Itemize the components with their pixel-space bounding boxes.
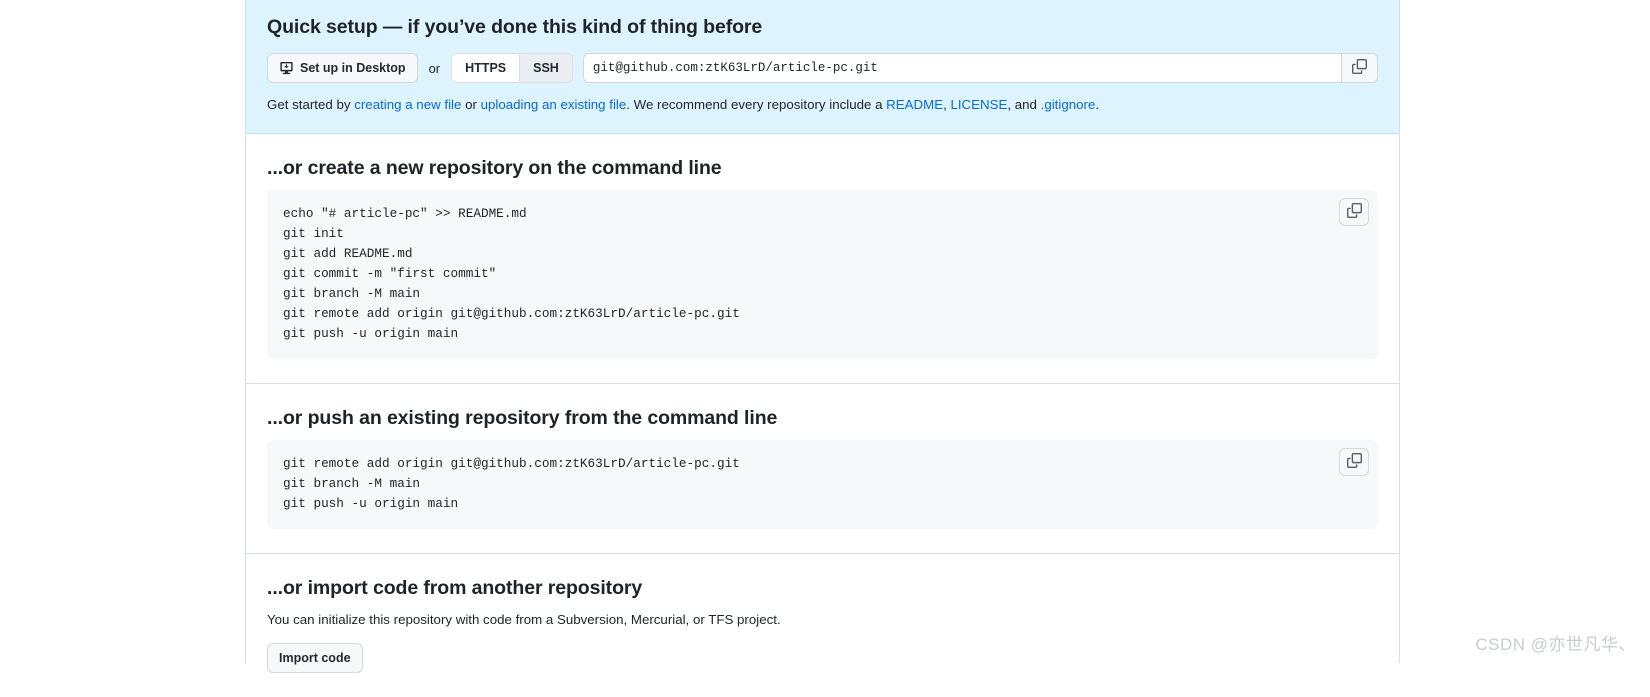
get-started-text: Get started by creating a new file or up…: [267, 96, 1378, 115]
copy-icon: [1352, 59, 1367, 77]
import-code-section: ...or import code from another repositor…: [246, 554, 1399, 697]
create-repo-section: ...or create a new repository on the com…: [246, 134, 1399, 384]
create-repo-code-block: echo "# article-pc" >> README.md git ini…: [267, 189, 1378, 359]
get-started-suffix: .: [1095, 97, 1100, 112]
clone-url-field: [582, 53, 1378, 83]
create-repo-title: ...or create a new repository on the com…: [267, 156, 722, 179]
clone-url-input[interactable]: [583, 54, 1341, 82]
quick-setup-controls: Set up in Desktop or HTTPS SSH: [267, 53, 1378, 83]
create-repo-code: echo "# article-pc" >> README.md git ini…: [283, 205, 740, 341]
gitignore-link[interactable]: .gitignore: [1041, 97, 1096, 112]
uploading-existing-file-link[interactable]: uploading an existing file: [481, 97, 627, 112]
quick-setup-banner: Quick setup — if you’ve done this kind o…: [246, 0, 1399, 134]
push-repo-title: ...or push an existing repository from t…: [267, 406, 778, 429]
push-repo-section: ...or push an existing repository from t…: [246, 384, 1399, 554]
protocol-ssh-button[interactable]: SSH: [520, 54, 572, 82]
quick-setup-title: Quick setup — if you’ve done this kind o…: [267, 16, 763, 38]
import-code-button[interactable]: Import code: [267, 642, 363, 673]
copy-push-repo-code-button[interactable]: [1339, 447, 1369, 476]
push-repo-code-block: git remote add origin git@github.com:ztK…: [267, 439, 1378, 529]
get-started-prefix: Get started by: [267, 97, 355, 112]
set-up-in-desktop-button[interactable]: Set up in Desktop: [267, 53, 418, 83]
copy-create-repo-code-button[interactable]: [1339, 197, 1369, 226]
import-code-title: ...or import code from another repositor…: [267, 576, 643, 599]
get-started-sep-2: , and: [1007, 97, 1041, 112]
creating-new-file-link[interactable]: creating a new file: [354, 97, 461, 112]
readme-link[interactable]: README: [886, 97, 943, 112]
license-link[interactable]: LICENSE: [950, 97, 1007, 112]
copy-clone-url-button[interactable]: [1341, 54, 1377, 82]
or-label: or: [428, 60, 441, 76]
get-started-middle-1: or: [461, 97, 481, 112]
desktop-download-icon: [279, 61, 294, 76]
repo-quick-setup-page: Quick setup — if you’ve done this kind o…: [245, 0, 1400, 673]
copy-icon: [1346, 452, 1362, 471]
protocol-toggle-group: HTTPS SSH: [451, 53, 573, 83]
csdn-watermark: CSDN @亦世凡华、: [1475, 635, 1636, 654]
copy-icon: [1346, 202, 1362, 221]
get-started-middle-2: . We recommend every repository include …: [626, 97, 887, 112]
import-code-description: You can initialize this repository with …: [267, 611, 781, 627]
set-up-in-desktop-label: Set up in Desktop: [300, 61, 406, 75]
push-repo-code: git remote add origin git@github.com:ztK…: [283, 455, 740, 511]
protocol-https-button[interactable]: HTTPS: [452, 54, 520, 82]
